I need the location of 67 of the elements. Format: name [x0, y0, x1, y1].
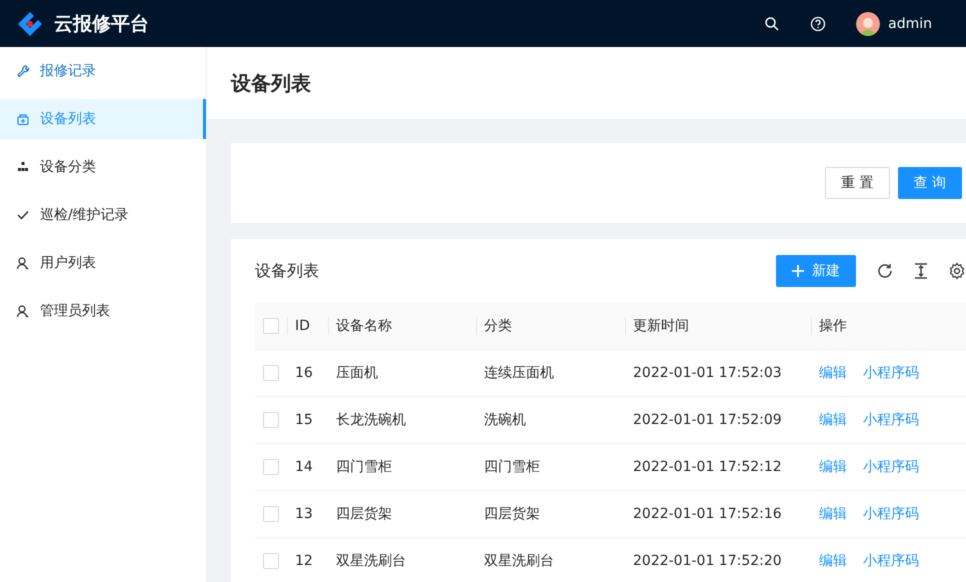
column-header: 分类: [484, 318, 512, 334]
table-cell: 连续压面机: [484, 365, 554, 381]
box-icon: [16, 112, 30, 126]
table-cell: 四门雪柜: [484, 459, 540, 475]
table-cell: 双星洗刷台: [336, 553, 406, 569]
row-checkbox[interactable]: [263, 459, 279, 475]
table-cell: 长龙洗碗机: [336, 412, 406, 428]
table-cell: 13: [295, 506, 313, 522]
edit-link[interactable]: 编辑: [819, 412, 847, 428]
plus-icon: [792, 265, 804, 277]
sidebar-item[interactable]: 巡检/维护记录: [0, 195, 206, 235]
qr-code-link[interactable]: 小程序码: [863, 506, 919, 522]
table-cell: 2022-01-01 17:52:09: [633, 412, 782, 428]
wrench-icon: [16, 64, 30, 78]
logo-icon: [16, 10, 44, 38]
column-header: 更新时间: [633, 318, 689, 334]
qr-code-link[interactable]: 小程序码: [863, 365, 919, 381]
table-cell: 洗碗机: [484, 412, 526, 428]
table-cell: 压面机: [336, 365, 378, 381]
table-cell: 12: [295, 553, 313, 569]
page-title: 设备列表: [231, 70, 311, 96]
user-name[interactable]: admin: [888, 16, 932, 32]
sidebar-item[interactable]: 设备分类: [0, 147, 206, 187]
query-button[interactable]: 查 询: [898, 167, 962, 199]
refresh-icon[interactable]: [876, 262, 894, 280]
table-cell: 2022-01-01 17:52:20: [633, 553, 782, 569]
reset-button[interactable]: 重 置: [825, 167, 890, 199]
table-cell: 16: [295, 365, 313, 381]
row-checkbox[interactable]: [263, 365, 279, 381]
sidebar-item[interactable]: 用户列表: [0, 243, 206, 283]
table-cell: 2022-01-01 17:52:03: [633, 365, 782, 381]
row-checkbox[interactable]: [263, 553, 279, 569]
tree-icon: [16, 160, 30, 174]
table-cell: 2022-01-01 17:52:12: [633, 459, 782, 475]
select-all-checkbox[interactable]: [263, 318, 279, 334]
column-header: 操作: [819, 318, 847, 334]
qr-code-link[interactable]: 小程序码: [863, 412, 919, 428]
table-cell: 四门雪柜: [336, 459, 392, 475]
app-title: 云报修平台: [54, 12, 149, 36]
row-checkbox[interactable]: [263, 412, 279, 428]
table-cell: 14: [295, 459, 313, 475]
column-header: ID: [295, 318, 310, 334]
sidebar-item[interactable]: 设备列表: [0, 99, 206, 139]
avatar[interactable]: [856, 12, 880, 36]
user-icon: [16, 304, 30, 318]
settings-icon[interactable]: [948, 262, 966, 280]
help-icon[interactable]: [810, 16, 826, 32]
row-checkbox[interactable]: [263, 506, 279, 522]
table-cell: 双星洗刷台: [484, 553, 554, 569]
user-icon: [16, 256, 30, 270]
table-title: 设备列表: [255, 260, 320, 282]
edit-link[interactable]: 编辑: [819, 506, 847, 522]
table-cell: 四层货架: [336, 506, 392, 522]
table-cell: 2022-01-01 17:52:16: [633, 506, 782, 522]
table-cell: 15: [295, 412, 313, 428]
qr-code-link[interactable]: 小程序码: [863, 553, 919, 569]
qr-code-link[interactable]: 小程序码: [863, 459, 919, 475]
search-icon[interactable]: [764, 16, 780, 32]
edit-link[interactable]: 编辑: [819, 459, 847, 475]
column-header: 设备名称: [336, 318, 392, 334]
sidebar-item[interactable]: 管理员列表: [0, 291, 206, 331]
edit-link[interactable]: 编辑: [819, 365, 847, 381]
density-icon[interactable]: [912, 262, 930, 280]
table-cell: 四层货架: [484, 506, 540, 522]
edit-link[interactable]: 编辑: [819, 553, 847, 569]
sidebar-item[interactable]: 报修记录: [0, 51, 206, 91]
new-button[interactable]: 新建: [776, 255, 856, 287]
